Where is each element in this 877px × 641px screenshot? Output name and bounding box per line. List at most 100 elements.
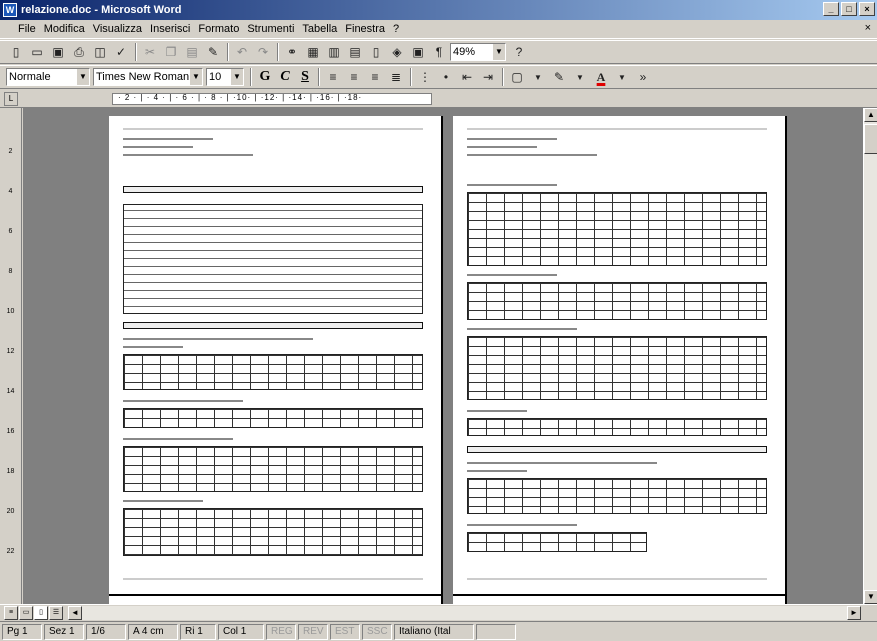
increase-indent-icon[interactable]: ⇥: [478, 67, 498, 87]
menu-strumenti[interactable]: Strumenti: [243, 23, 298, 35]
menu-tabella[interactable]: Tabella: [298, 23, 341, 35]
justify-icon[interactable]: ≣: [386, 67, 406, 87]
undo-icon[interactable]: ↶: [232, 42, 252, 62]
chevron-down-icon[interactable]: ▼: [528, 67, 548, 87]
scroll-right-icon[interactable]: ►: [847, 606, 861, 620]
menu-formato[interactable]: Formato: [194, 23, 243, 35]
zoom-value: 49%: [453, 46, 476, 58]
drawing-icon[interactable]: ◈: [387, 42, 407, 62]
toolbar-separator: [318, 68, 320, 86]
close-button[interactable]: ×: [859, 2, 875, 16]
font-color-icon[interactable]: A: [591, 67, 611, 87]
vertical-ruler[interactable]: 2 4 6 8 10 12 14 16 18 20 22: [0, 108, 22, 604]
columns-icon[interactable]: ▯: [366, 42, 386, 62]
word-icon[interactable]: W: [3, 3, 17, 17]
document-close-icon[interactable]: ×: [865, 22, 871, 34]
font-value: Times New Roman: [96, 71, 190, 83]
bullets-icon[interactable]: •: [436, 67, 456, 87]
open-folder-icon[interactable]: ▭: [27, 42, 47, 62]
data-table: [467, 282, 767, 320]
font-select[interactable]: Times New Roman ▼: [93, 68, 203, 86]
chevron-down-icon[interactable]: ▼: [189, 69, 202, 85]
borders-icon[interactable]: ▢: [507, 67, 527, 87]
numbering-icon[interactable]: ⋮: [415, 67, 435, 87]
status-page-of: 1/6: [86, 623, 126, 640]
hyperlink-icon[interactable]: ⚭: [282, 42, 302, 62]
align-left-icon[interactable]: ≡: [323, 67, 343, 87]
toolbar-separator: [502, 68, 504, 86]
document-page-4[interactable]: [453, 596, 787, 604]
toolbar-separator: [277, 43, 279, 61]
status-ovr[interactable]: SSC: [362, 623, 392, 640]
align-right-icon[interactable]: ≡: [365, 67, 385, 87]
menu-inserisci[interactable]: Inserisci: [146, 23, 194, 35]
chevron-down-icon[interactable]: ▼: [492, 44, 505, 60]
print-icon[interactable]: ⎙: [69, 42, 89, 62]
vruler-tick: 18: [6, 468, 15, 475]
tab-selector-icon[interactable]: L: [4, 92, 18, 106]
data-table: [467, 532, 647, 552]
copy-icon[interactable]: ❐: [161, 42, 181, 62]
paste-icon[interactable]: ▤: [182, 42, 202, 62]
status-rec[interactable]: REG: [266, 623, 296, 640]
redo-icon[interactable]: ↷: [253, 42, 273, 62]
normal-view-icon[interactable]: ≡: [4, 606, 18, 620]
tables-borders-icon[interactable]: ▦: [303, 42, 323, 62]
document-page-1[interactable]: [109, 116, 443, 596]
chevron-down-icon[interactable]: ▼: [612, 67, 632, 87]
menu-finestra[interactable]: Finestra: [341, 23, 389, 35]
horizontal-scrollbar[interactable]: ◄ ►: [68, 606, 861, 620]
new-document-icon[interactable]: ▯: [6, 42, 26, 62]
menu-file[interactable]: File: [14, 23, 40, 35]
web-layout-icon[interactable]: ▭: [19, 606, 33, 620]
print-layout-icon[interactable]: ▯: [34, 606, 48, 620]
vruler-tick: 8: [8, 268, 13, 275]
spellcheck-icon[interactable]: ✓: [111, 42, 131, 62]
print-preview-icon[interactable]: ◫: [90, 42, 110, 62]
scroll-left-icon[interactable]: ◄: [68, 606, 82, 620]
menu-modifica[interactable]: Modifica: [40, 23, 89, 35]
menu-bar: File Modifica Visualizza Inserisci Forma…: [0, 20, 877, 39]
document-map-icon[interactable]: ▣: [408, 42, 428, 62]
minimize-button[interactable]: _: [823, 2, 839, 16]
decrease-indent-icon[interactable]: ⇤: [457, 67, 477, 87]
style-select[interactable]: Normale ▼: [6, 68, 90, 86]
font-size-select[interactable]: 10 ▼: [206, 68, 244, 86]
restore-button[interactable]: □: [841, 2, 857, 16]
bold-button[interactable]: G: [255, 67, 275, 87]
vertical-scrollbar[interactable]: ▲ ▼: [863, 108, 877, 604]
insert-table-icon[interactable]: ▥: [324, 42, 344, 62]
text-line: [467, 138, 557, 140]
data-table: [123, 408, 423, 428]
menu-help[interactable]: ?: [389, 23, 403, 35]
chevron-down-icon[interactable]: ▼: [570, 67, 590, 87]
align-center-icon[interactable]: ≡: [344, 67, 364, 87]
horizontal-ruler[interactable]: L · 2 · | · 4 · | · 6 · | · 8 · | ·10· |…: [0, 90, 877, 108]
toolbar-options-icon[interactable]: »: [633, 67, 653, 87]
cut-icon[interactable]: ✂: [140, 42, 160, 62]
document-page-2[interactable]: [453, 116, 787, 596]
show-hide-icon[interactable]: ¶: [429, 42, 449, 62]
scroll-thumb[interactable]: [864, 124, 877, 154]
ruler-ticks: · 2 · | · 4 · | · 6 · | · 8 · | ·10· | ·…: [118, 93, 363, 102]
status-ext[interactable]: EST: [330, 623, 360, 640]
help-icon[interactable]: ?: [509, 42, 529, 62]
highlight-icon[interactable]: ✎: [549, 67, 569, 87]
insert-excel-icon[interactable]: ▤: [345, 42, 365, 62]
menu-visualizza[interactable]: Visualizza: [89, 23, 146, 35]
scroll-up-icon[interactable]: ▲: [864, 108, 877, 122]
toolbar-separator: [135, 43, 137, 61]
document-area[interactable]: [23, 108, 863, 604]
chevron-down-icon[interactable]: ▼: [76, 69, 89, 85]
format-painter-icon[interactable]: ✎: [203, 42, 223, 62]
zoom-select[interactable]: 49% ▼: [450, 43, 506, 61]
chevron-down-icon[interactable]: ▼: [230, 69, 243, 85]
scroll-down-icon[interactable]: ▼: [864, 590, 877, 604]
document-page-3[interactable]: [109, 596, 443, 604]
save-icon[interactable]: ▣: [48, 42, 68, 62]
status-trk[interactable]: REV: [298, 623, 328, 640]
text-line: [467, 184, 557, 186]
underline-button[interactable]: S: [295, 67, 315, 87]
outline-view-icon[interactable]: ☰: [49, 606, 63, 620]
italic-button[interactable]: C: [275, 67, 295, 87]
